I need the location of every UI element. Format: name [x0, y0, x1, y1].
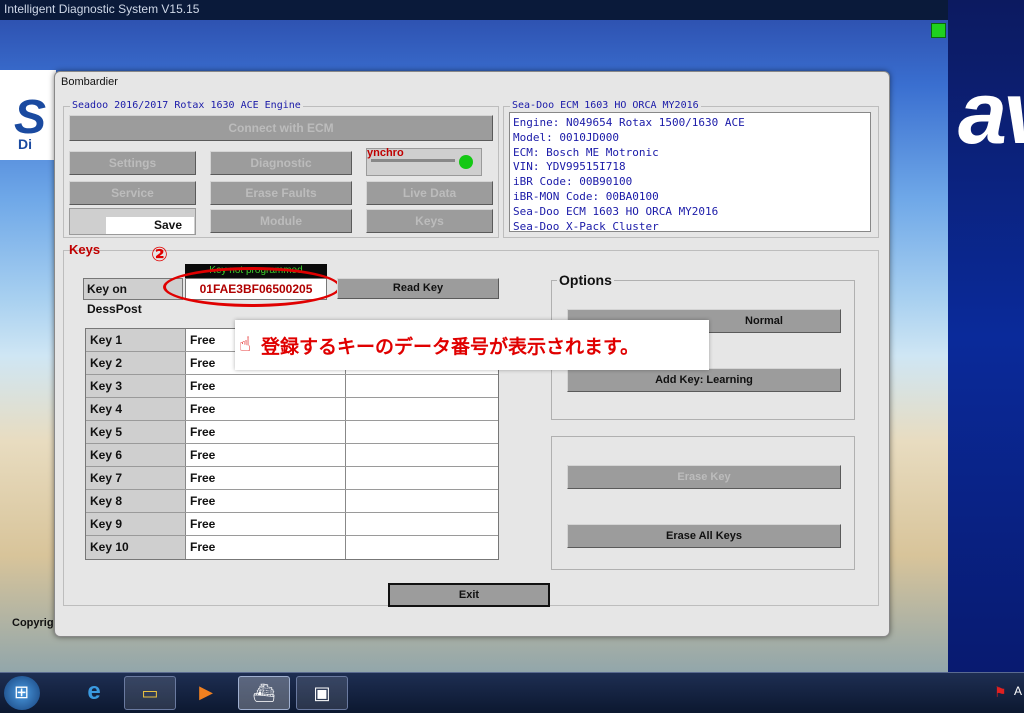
key-slot-name: Key 4 [86, 398, 186, 420]
connect-ecm-button[interactable]: Connect with ECM [69, 115, 493, 141]
key-slot-status: Free [186, 490, 346, 512]
erase-all-keys-button[interactable]: Erase All Keys [567, 524, 841, 548]
taskbar-monitor-icon[interactable]: ▣ [296, 676, 348, 710]
logo-text-fragment: Di [18, 136, 32, 152]
key-slot-extra [346, 513, 498, 535]
key-slot-status: Free [186, 536, 346, 559]
key-slot-name: Key 8 [86, 490, 186, 512]
keys-button[interactable]: Keys [366, 209, 493, 233]
key-slot-extra [346, 490, 498, 512]
module-button[interactable]: Module [210, 209, 352, 233]
key-slot-extra [346, 398, 498, 420]
synchro-panel: ynchro [366, 147, 482, 176]
annotation-callout: ☝ 登録するキーのデータ番号が表示されます。 [235, 320, 709, 370]
taskbar-media-icon[interactable]: ▶ [180, 676, 232, 710]
erase-faults-button[interactable]: Erase Faults [210, 181, 352, 205]
key-slot-extra [346, 467, 498, 489]
table-row[interactable]: Key 10 Free [86, 536, 498, 559]
service-button[interactable]: Service [69, 181, 196, 205]
pointing-hand-icon: ☝ [239, 334, 252, 356]
key-slot-name: Key 1 [86, 329, 186, 351]
bombardier-dialog: Bombardier Seadoo 2016/2017 Rotax 1630 A… [54, 71, 890, 637]
table-row[interactable]: Key 4 Free [86, 398, 498, 421]
copyright-text: Copyrig [12, 617, 54, 629]
table-row[interactable]: Key 5 Free [86, 421, 498, 444]
table-row[interactable]: Key 6 Free [86, 444, 498, 467]
tray-flag-icon[interactable]: ⚑ [994, 684, 1007, 701]
key-slot-extra [346, 536, 498, 559]
table-row[interactable]: Key 7 Free [86, 467, 498, 490]
live-data-button[interactable]: Live Data [366, 181, 493, 205]
synchro-status-led-icon [459, 155, 473, 169]
ecm-info-list: Engine: N049654 Rotax 1500/1630 ACE Mode… [509, 112, 871, 233]
step-marker: ② [151, 244, 168, 266]
read-key-button[interactable]: Read Key [337, 278, 499, 299]
ecm-info-line: VIN: YDV99515I718 [513, 160, 626, 174]
engine-group-title: Seadoo 2016/2017 Rotax 1630 ACE Engine [70, 100, 303, 111]
save-button[interactable]: Save [106, 217, 194, 234]
table-row[interactable]: Key 3 Free [86, 375, 498, 398]
key-slot-name: Key 7 [86, 467, 186, 489]
add-key-learning-button[interactable]: Add Key: Learning [567, 368, 841, 392]
ecm-info-line: Model: 0010JD000 [513, 130, 619, 144]
ecm-info-line: Engine: N049654 Rotax 1500/1630 ACE [513, 116, 745, 129]
taskbar: ⊞ e ▭ ▶ ⛴ ▣ [0, 672, 1024, 713]
key-slot-status: Free [186, 421, 346, 443]
exit-button[interactable]: Exit [388, 583, 550, 607]
key-slot-name: Key 5 [86, 421, 186, 443]
diagnostic-button[interactable]: Diagnostic [210, 151, 352, 175]
synchro-track [371, 159, 455, 162]
key-slot-name: Key 2 [86, 352, 186, 374]
background-logo: S Di [0, 70, 56, 160]
table-row[interactable]: Key 9 Free [86, 513, 498, 536]
key-slot-name: Key 6 [86, 444, 186, 466]
ecm-info-line: ECM: Bosch ME Motronic [513, 145, 659, 159]
app-title-bar: Intelligent Diagnostic System V15.15 [0, 0, 948, 20]
taskbar-browser-icon[interactable]: e [68, 676, 120, 710]
key-slot-extra [346, 421, 498, 443]
windows-logo-icon: ⊞ [14, 682, 30, 702]
key-slot-name: Key 3 [86, 375, 186, 397]
key-slot-name: Key 10 [86, 536, 186, 559]
key-slot-extra [346, 444, 498, 466]
erase-keys-group [551, 436, 855, 570]
taskbar-diagnostic-app-icon[interactable]: ⛴ [238, 676, 290, 710]
table-row[interactable]: Key 8 Free [86, 490, 498, 513]
key-slot-status: Free [186, 467, 346, 489]
synchro-label: ynchro [367, 147, 404, 159]
status-indicator-square [931, 23, 946, 38]
options-title: Options [557, 272, 614, 288]
taskbar-folder-icon[interactable]: ▭ [124, 676, 176, 710]
highlight-ellipse [163, 267, 341, 307]
dialog-title: Bombardier [61, 76, 118, 88]
key-slot-extra [346, 375, 498, 397]
ecm-info-line: Sea-Doo X-Pack Cluster [513, 219, 659, 233]
background-brand-strip: av [948, 0, 1024, 672]
ecm-group-title: Sea-Doo ECM 1603 HO ORCA MY2016 [510, 100, 701, 111]
brand-logo-fragment: av [958, 63, 1024, 162]
ecm-info-line: iBR-MON Code: 00BA0100 [513, 189, 659, 203]
erase-key-button[interactable]: Erase Key [567, 465, 841, 489]
start-button[interactable]: ⊞ [4, 676, 40, 710]
settings-button[interactable]: Settings [69, 151, 196, 175]
ecm-info-line: Sea-Doo ECM 1603 HO ORCA MY2016 [513, 204, 719, 218]
annotation-text: 登録するキーのデータ番号が表示されます。 [261, 336, 640, 358]
save-panel: Save [69, 208, 196, 235]
key-slot-status: Free [186, 398, 346, 420]
keys-section-label: Keys [69, 242, 101, 257]
ecm-info-line: iBR Code: 00B90100 [513, 175, 633, 189]
key-slot-status: Free [186, 444, 346, 466]
key-slot-name: Key 9 [86, 513, 186, 535]
tray-language-icon[interactable]: A [1014, 684, 1022, 698]
key-slot-status: Free [186, 513, 346, 535]
key-slot-status: Free [186, 375, 346, 397]
